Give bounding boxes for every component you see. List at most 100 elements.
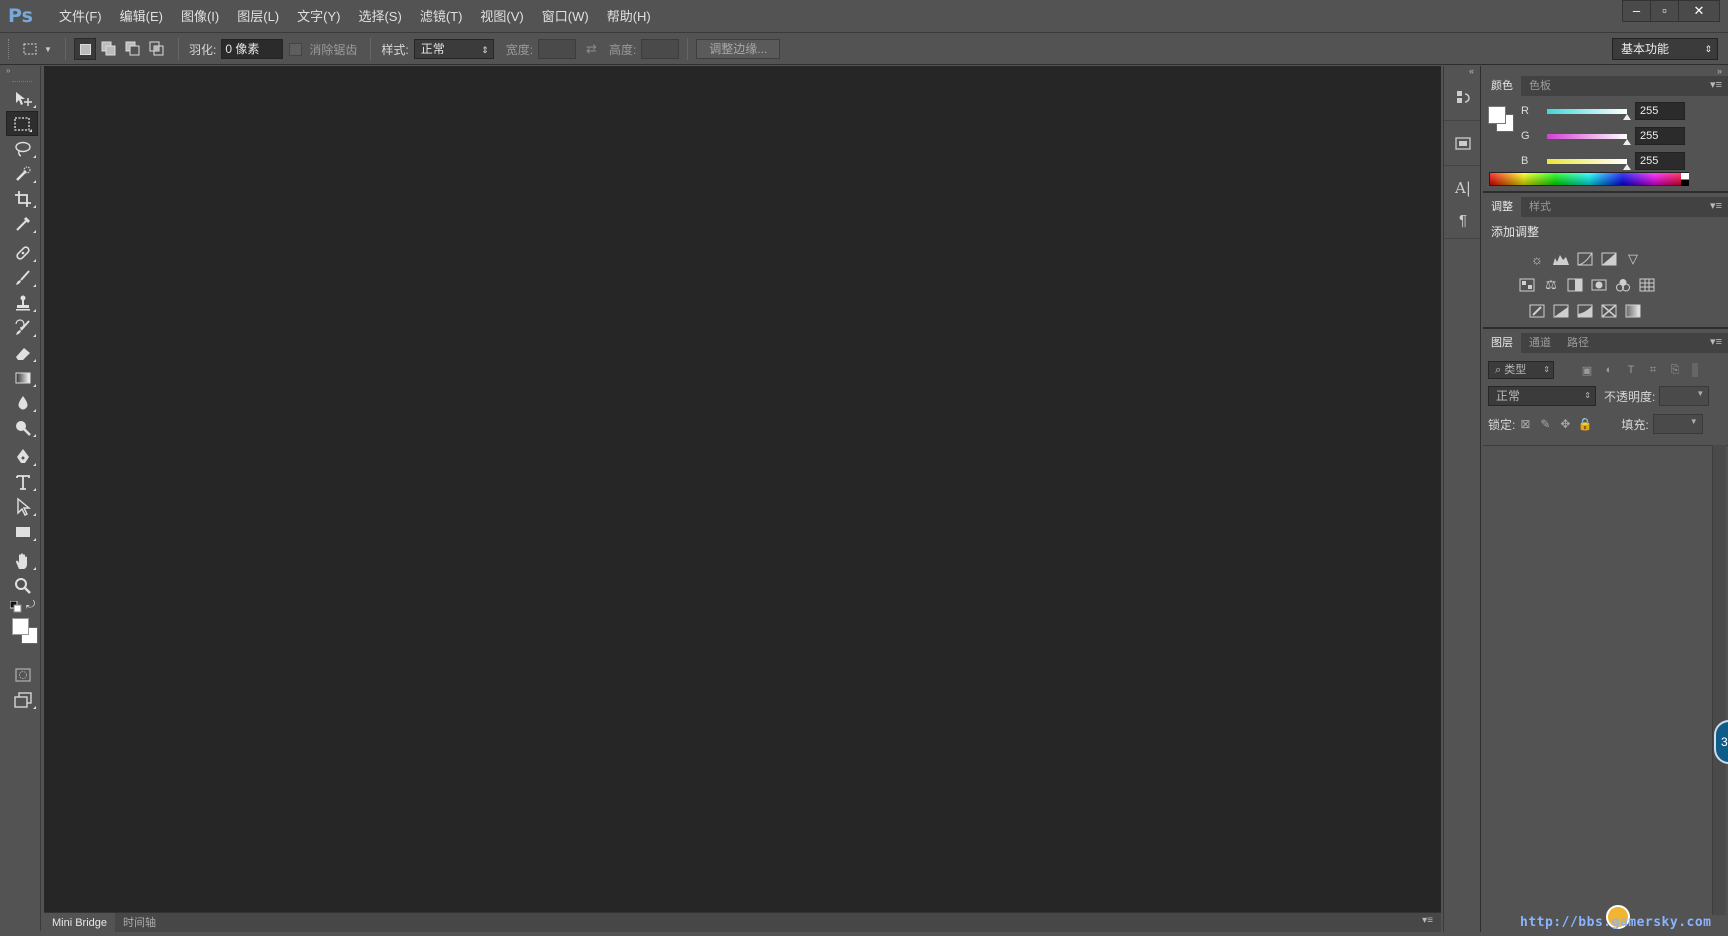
options-grip[interactable] (8, 39, 11, 59)
menu-edit[interactable]: 编辑(E) (111, 0, 172, 33)
green-slider[interactable] (1547, 133, 1631, 145)
panel-menu-icon[interactable]: ▾≡ (1710, 335, 1722, 348)
refine-edge-button[interactable]: 调整边缘... (696, 39, 781, 59)
add-selection-button[interactable] (98, 38, 120, 60)
lock-position-icon[interactable]: ✥ (1555, 417, 1575, 431)
close-button[interactable]: ✕ (1679, 1, 1719, 21)
menu-view[interactable]: 视图(V) (471, 0, 532, 33)
red-slider[interactable] (1547, 108, 1631, 120)
rect-marquee-tool[interactable] (6, 111, 38, 136)
brightness-contrast-icon[interactable]: ☼ (1527, 249, 1547, 269)
default-colors-icon[interactable] (10, 601, 22, 613)
shape-filter-icon[interactable]: ⌗ (1642, 364, 1664, 377)
panel-menu-icon[interactable]: ▾≡ (1710, 78, 1722, 91)
curves-icon[interactable] (1575, 249, 1595, 269)
foreground-color-chip[interactable] (1488, 106, 1506, 124)
gradient-tool[interactable] (4, 365, 41, 390)
blue-value-input[interactable]: 255 (1635, 152, 1685, 170)
black-white-ramp[interactable] (1681, 173, 1689, 186)
invert-icon[interactable] (1527, 301, 1547, 321)
pen-tool[interactable] (4, 444, 41, 469)
new-selection-button[interactable] (74, 38, 96, 60)
photo-filter-icon[interactable] (1589, 275, 1609, 295)
color-spectrum-ramp[interactable] (1489, 172, 1689, 186)
lock-transparent-icon[interactable]: ⊠ (1515, 417, 1535, 431)
antialias-checkbox[interactable] (289, 42, 303, 56)
posterize-icon[interactable] (1551, 301, 1571, 321)
crop-tool[interactable] (4, 186, 41, 211)
blue-slider[interactable] (1547, 158, 1631, 170)
screen-mode-tool[interactable] (4, 687, 41, 712)
slider-knob[interactable] (1623, 138, 1631, 145)
slider-knob[interactable] (1623, 163, 1631, 170)
color-lookup-icon[interactable] (1637, 275, 1657, 295)
menu-type[interactable]: 文字(Y) (288, 0, 349, 33)
pixel-filter-icon[interactable]: ▣ (1576, 364, 1598, 377)
layers-scrollbar[interactable] (1712, 445, 1726, 915)
tab-layers[interactable]: 图层 (1483, 333, 1521, 353)
tool-preset-picker[interactable]: ▼ (17, 38, 57, 60)
tab-channels[interactable]: 通道 (1521, 333, 1559, 353)
red-value-input[interactable]: 255 (1635, 102, 1685, 120)
history-panel-button[interactable] (1444, 80, 1482, 116)
layers-list[interactable] (1483, 445, 1728, 925)
properties-panel-button[interactable] (1444, 125, 1482, 161)
smart-object-filter-icon[interactable]: ⎘ (1664, 364, 1686, 377)
vibrance-icon[interactable]: ▽ (1623, 249, 1643, 269)
panel-menu-icon[interactable]: ▾≡ (1710, 199, 1722, 212)
type-filter-icon[interactable]: T (1620, 364, 1642, 376)
menu-file[interactable]: 文件(F) (50, 0, 111, 33)
levels-icon[interactable] (1551, 249, 1571, 269)
zoom-tool[interactable] (4, 573, 41, 598)
move-tool[interactable] (4, 86, 41, 111)
dodge-tool[interactable] (4, 415, 41, 440)
subtract-selection-button[interactable] (122, 38, 144, 60)
tab-mini-bridge[interactable]: Mini Bridge (44, 912, 116, 933)
swap-icon[interactable]: ⇄ (586, 41, 597, 57)
fill-input[interactable]: ▼ (1652, 414, 1703, 434)
lock-pixels-icon[interactable]: ✎ (1535, 417, 1555, 431)
panel-menu-icon[interactable]: ▾≡ (1422, 915, 1433, 926)
workspace-dropdown[interactable]: 基本功能 ⇕ (1612, 38, 1718, 60)
expand-tools-icon[interactable]: » (4, 66, 40, 76)
adjustment-filter-icon[interactable]: ◐ (1598, 364, 1620, 376)
quick-mask-tool[interactable] (4, 662, 41, 687)
eyedropper-tool[interactable] (4, 211, 41, 236)
tools-grip[interactable] (12, 76, 32, 82)
opacity-input[interactable]: ▼ (1659, 386, 1710, 406)
minimize-button[interactable]: – (1623, 1, 1651, 21)
menu-help[interactable]: 帮助(H) (598, 0, 660, 33)
height-input[interactable] (641, 39, 680, 59)
layer-filter-dropdown[interactable]: ⌕ 类型 ⇕ (1488, 361, 1554, 379)
selective-color-icon[interactable] (1599, 301, 1619, 321)
menu-image[interactable]: 图像(I) (172, 0, 228, 33)
healing-brush-tool[interactable] (4, 240, 41, 265)
tab-styles[interactable]: 样式 (1521, 197, 1559, 217)
menu-select[interactable]: 选择(S) (349, 0, 410, 33)
gradient-map-icon[interactable] (1623, 301, 1643, 321)
filter-toggle[interactable] (1692, 363, 1698, 377)
quick-selection-tool[interactable] (4, 161, 41, 186)
threshold-icon[interactable] (1575, 301, 1595, 321)
brush-tool[interactable] (4, 265, 41, 290)
eraser-tool[interactable] (4, 340, 41, 365)
expand-dock-icon[interactable]: « (1444, 66, 1480, 76)
foreground-color-swatch[interactable] (12, 618, 29, 635)
history-brush-tool[interactable] (4, 315, 41, 340)
document-canvas-area[interactable] (44, 66, 1441, 912)
blur-tool[interactable] (4, 390, 41, 415)
path-selection-tool[interactable] (4, 494, 41, 519)
rectangle-tool[interactable] (4, 519, 41, 544)
lock-all-icon[interactable]: 🔒 (1575, 417, 1595, 431)
slider-knob[interactable] (1623, 113, 1631, 120)
menu-layer[interactable]: 图层(L) (228, 0, 288, 33)
color-balance-icon[interactable]: ⚖ (1541, 275, 1561, 295)
tab-adjustments[interactable]: 调整 (1483, 197, 1521, 217)
tab-paths[interactable]: 路径 (1559, 333, 1597, 353)
type-tool[interactable] (4, 469, 41, 494)
lasso-tool[interactable] (4, 136, 41, 161)
black-white-icon[interactable] (1565, 275, 1585, 295)
style-dropdown[interactable]: 正常 ⇕ (413, 39, 494, 59)
hue-saturation-icon[interactable] (1517, 275, 1537, 295)
tab-timeline[interactable]: 时间轴 (115, 913, 164, 933)
